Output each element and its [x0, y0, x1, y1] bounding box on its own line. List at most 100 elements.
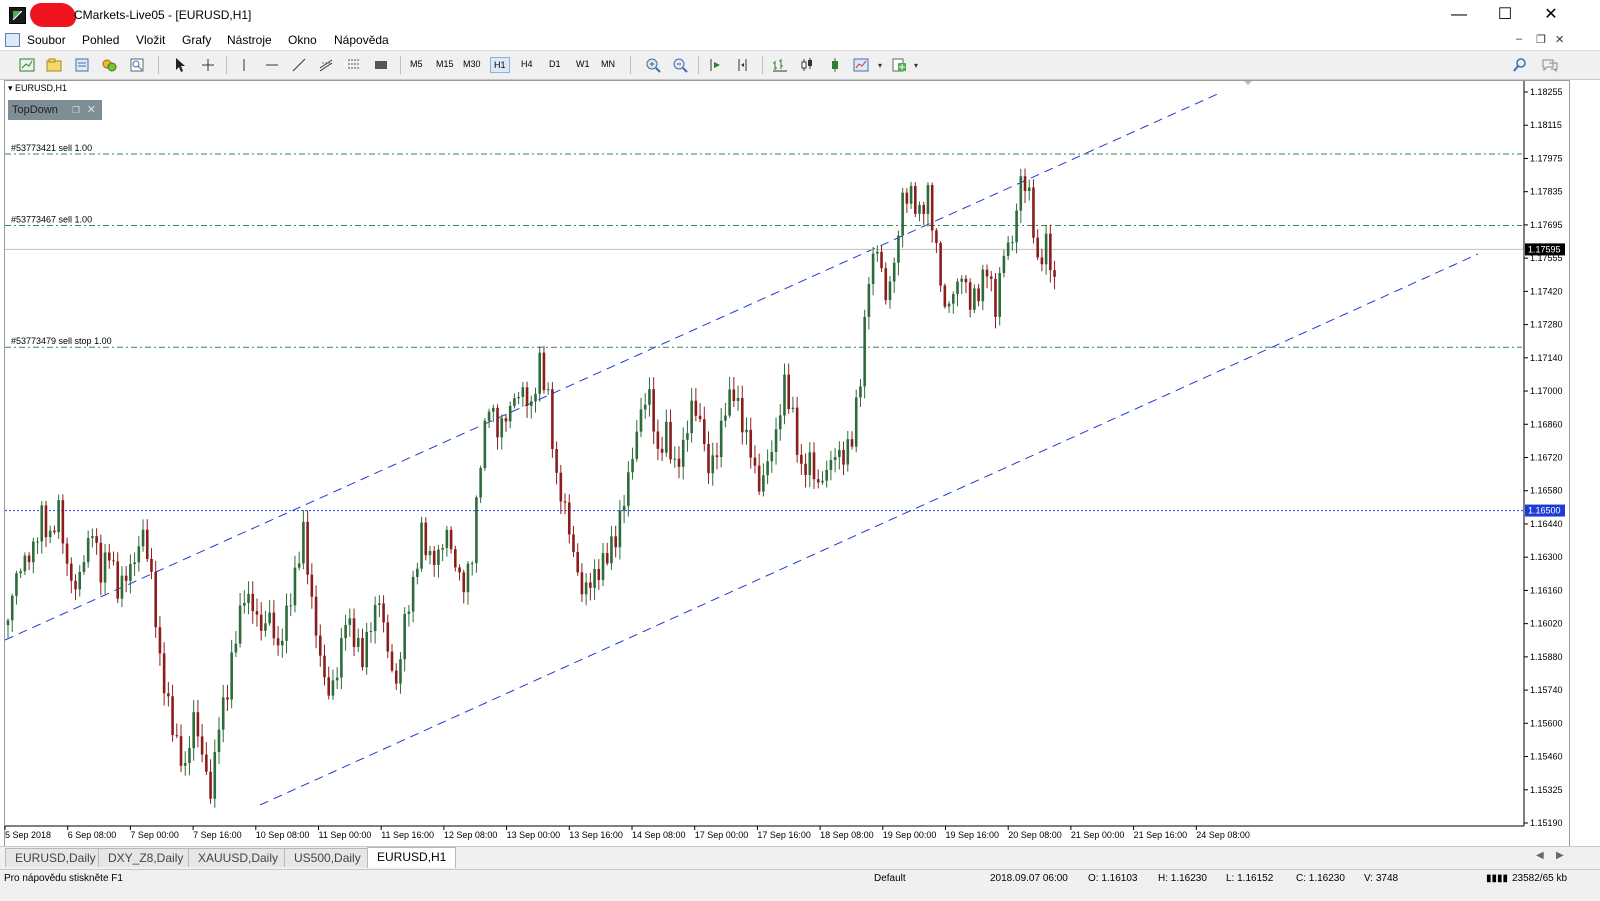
tab-dxy-z8-daily[interactable]: DXY_Z8,Daily: [98, 848, 194, 867]
candle-body: [968, 282, 972, 310]
price-chart[interactable]: 1.18255 1.18115 1.17975 1.17835 1.17695 1.175…: [0, 0, 1600, 900]
candle-body: [749, 429, 753, 458]
chart-shift-marker[interactable]: [1244, 81, 1252, 85]
candle-body: [627, 472, 630, 506]
price-tick-label: 1.16860: [1530, 419, 1563, 429]
candle-body: [859, 386, 862, 398]
candle-body: [276, 638, 280, 646]
candle-body: [1019, 176, 1023, 211]
candle-body: [171, 696, 174, 736]
candle-body: [618, 510, 622, 548]
channel-lower-line[interactable]: [259, 253, 1479, 806]
candle-body: [323, 655, 326, 678]
candle-body: [6, 620, 10, 626]
candle-body: [694, 400, 698, 416]
candle-body: [867, 283, 871, 317]
candle-body: [973, 288, 976, 310]
candle-body: [356, 637, 360, 647]
channel-upper-line[interactable]: [4, 91, 1223, 641]
time-tick-label: 17 Sep 00:00: [695, 830, 749, 840]
candle-body: [154, 571, 157, 628]
candle-body: [188, 748, 191, 764]
tab-eurusd-daily[interactable]: EURUSD,Daily: [5, 848, 106, 867]
candle-body: [762, 475, 765, 492]
time-tick-label: 13 Sep 00:00: [507, 830, 561, 840]
candle-body: [255, 611, 259, 615]
candle-body: [774, 429, 778, 452]
candle-body: [129, 564, 132, 581]
candle-body: [517, 396, 520, 399]
candle-body: [1011, 242, 1014, 244]
candle-body: [449, 529, 453, 550]
candle-body: [348, 618, 352, 625]
candle-body: [559, 472, 563, 502]
candle-body: [529, 401, 533, 406]
order-label: #53773421 sell 1.00: [11, 143, 92, 153]
status-close: C: 1.16230: [1296, 873, 1345, 884]
candle-body: [61, 500, 65, 544]
candle-body: [310, 574, 314, 597]
candle-body: [939, 243, 942, 286]
candle-body: [162, 653, 166, 694]
candle-body: [297, 563, 301, 568]
candle-body: [572, 534, 575, 553]
candle-body: [437, 549, 440, 565]
time-tick-label: 18 Sep 08:00: [820, 830, 874, 840]
candle-body: [576, 552, 579, 573]
candle-body: [833, 457, 837, 461]
tab-us500-daily[interactable]: US500,Daily: [284, 848, 371, 867]
candle-body: [390, 651, 394, 671]
candle-body: [745, 429, 748, 433]
tab-scroll-left-icon[interactable]: ◀: [1536, 850, 1544, 861]
candle-body: [863, 316, 866, 387]
price-tick-label: 1.15190: [1530, 818, 1563, 828]
candle-body: [905, 192, 909, 204]
candle-body: [546, 389, 550, 391]
order-lines[interactable]: #53773421 sell 1.00 #53773467 sell 1.00 #5…: [5, 143, 1522, 348]
time-tick-label: 24 Sep 08:00: [1196, 830, 1250, 840]
candle-body: [124, 575, 128, 581]
candle-body: [251, 593, 255, 612]
candle-body: [78, 571, 82, 590]
candle-body: [719, 420, 723, 458]
candle-body: [394, 670, 398, 684]
candle-body: [981, 269, 985, 302]
candle-body: [829, 460, 833, 470]
candle-body: [487, 411, 491, 421]
candle-body: [732, 389, 736, 401]
connection-bars-icon: ▮▮▮▮: [1486, 873, 1509, 884]
candle-body: [555, 448, 558, 473]
candle-body: [909, 186, 913, 204]
price-tick-label: 1.17280: [1530, 320, 1563, 330]
price-tick-label: 1.15600: [1530, 718, 1563, 728]
candle-body: [234, 643, 238, 653]
candle-body: [373, 604, 377, 632]
candle-body: [614, 536, 617, 548]
time-tick-label: 11 Sep 00:00: [319, 830, 372, 840]
candle-body: [496, 407, 499, 438]
price-channel[interactable]: [4, 91, 1479, 806]
candle-body: [711, 455, 715, 474]
candle-body: [226, 697, 229, 700]
candle-body: [150, 558, 153, 572]
candle-body: [475, 497, 478, 564]
candle-body: [327, 677, 331, 696]
candle-body: [82, 562, 86, 572]
price-tick-label: 1.17835: [1530, 187, 1563, 197]
candle-body: [285, 605, 288, 641]
candle-body: [778, 415, 782, 430]
candle-body: [27, 555, 31, 563]
price-tick-label: 1.15740: [1530, 685, 1563, 695]
tab-scroll-right-icon[interactable]: ▶: [1556, 850, 1564, 861]
time-tick-label: 7 Sep 16:00: [193, 830, 242, 840]
candle-body: [48, 530, 52, 538]
candle-body: [648, 389, 651, 405]
candle-body: [335, 677, 339, 681]
candle-body: [589, 582, 592, 588]
candle-body: [846, 439, 850, 465]
tab-xauusd-daily[interactable]: XAUUSD,Daily: [188, 848, 289, 867]
price-axis: 1.18255 1.18115 1.17975 1.17835 1.17695 1.175…: [1524, 87, 1563, 828]
candle-body: [804, 463, 807, 476]
tab-eurusd-h1[interactable]: EURUSD,H1: [367, 847, 457, 868]
candle-body: [272, 612, 276, 639]
